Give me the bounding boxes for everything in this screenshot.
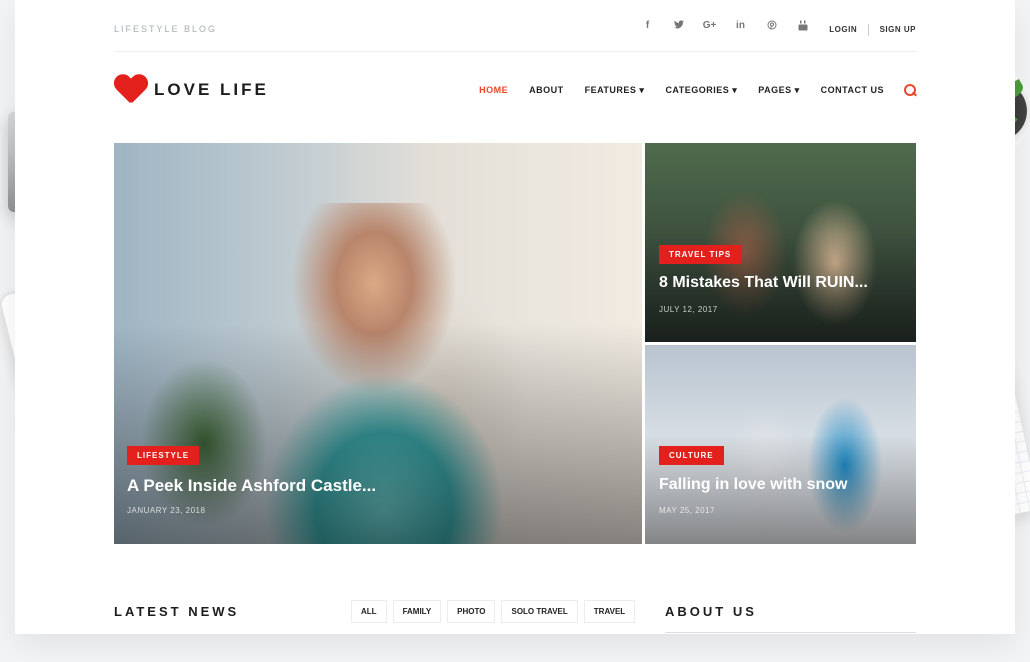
featured-post-main[interactable]: LIFESTYLE A Peek Inside Ashford Castle..… [114,143,642,544]
filter-photo[interactable]: PHOTO [447,600,496,623]
nav-contact-us[interactable]: CONTACT US [821,85,884,95]
nav-home[interactable]: HOME [479,85,508,95]
filter-solo-travel[interactable]: SOLO TRAVEL [501,600,578,623]
pinterest-icon[interactable] [756,20,787,34]
filter-all[interactable]: ALL [351,600,387,623]
auth-links: LOGIN SIGN UP [829,24,916,36]
nav-pages[interactable]: PAGES ▾ [758,85,799,96]
news-filters: ALL FAMILY PHOTO SOLO TRAVEL TRAVEL [351,600,636,623]
filter-travel[interactable]: TRAVEL [583,600,636,623]
post-date: JANUARY 23, 2018 [127,506,206,515]
category-badge[interactable]: TRAVEL TIPS [659,245,742,264]
linkedin-icon[interactable]: in [725,20,756,34]
post-title[interactable]: A Peek Inside Ashford Castle... [127,476,376,496]
nav-categories[interactable]: CATEGORIES ▾ [665,85,737,96]
heart-icon [114,75,146,105]
blog-page: LIFESTYLE BLOG f G+ in LOGIN SIGN UP LOV… [15,0,1015,634]
main-menu: HOME ABOUT FEATURES ▾ CATEGORIES ▾ PAGES… [458,84,916,96]
blog-label: LIFESTYLE BLOG [114,24,218,34]
google-plus-icon[interactable]: G+ [694,20,725,34]
latest-news-title: LATEST NEWS [114,604,240,619]
about-us-divider [665,632,916,633]
top-bar: LIFESTYLE BLOG f G+ in LOGIN SIGN UP [114,0,916,52]
logo-text: LOVE LIFE [154,80,269,99]
site-logo[interactable]: LOVE LIFE [114,75,269,105]
youtube-icon[interactable] [787,20,818,34]
search-icon[interactable] [904,84,916,96]
post-date: JULY 12, 2017 [659,305,718,314]
login-link[interactable]: LOGIN [829,25,857,34]
category-badge[interactable]: LIFESTYLE [127,446,200,465]
twitter-icon[interactable] [663,20,694,34]
filter-family[interactable]: FAMILY [392,600,442,623]
bottom-section: LATEST NEWS ALL FAMILY PHOTO SOLO TRAVEL… [114,596,916,633]
nav-features[interactable]: FEATURES ▾ [585,85,645,96]
post-date: MAY 25, 2017 [659,506,715,515]
featured-post-bottom-right[interactable]: CULTURE Falling in love with snow MAY 25… [645,345,916,544]
signup-link[interactable]: SIGN UP [880,25,916,34]
category-badge[interactable]: CULTURE [659,446,724,465]
featured-posts: LIFESTYLE A Peek Inside Ashford Castle..… [114,143,916,544]
nav-about[interactable]: ABOUT [529,85,564,95]
facebook-icon[interactable]: f [632,20,663,34]
featured-post-top-right[interactable]: TRAVEL TIPS 8 Mistakes That Will RUIN...… [645,143,916,342]
post-title[interactable]: 8 Mistakes That Will RUIN... [659,274,868,292]
about-us-title: ABOUT US [665,604,757,619]
auth-divider [867,24,869,36]
social-links: f G+ in [632,20,818,34]
main-navbar: LOVE LIFE HOME ABOUT FEATURES ▾ CATEGORI… [114,52,916,130]
post-title[interactable]: Falling in love with snow [659,476,847,494]
